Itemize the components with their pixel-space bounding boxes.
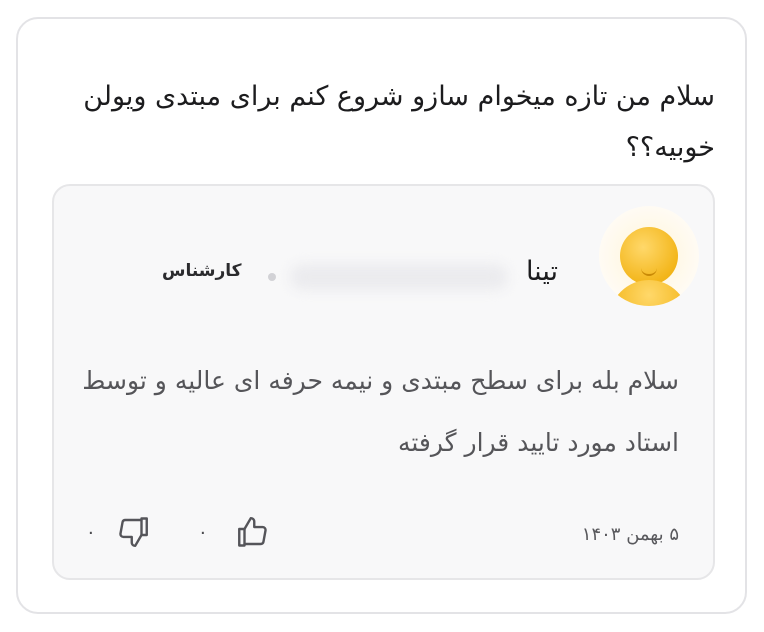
answer-date: ۵ بهمن ۱۴۰۳: [581, 524, 679, 545]
author-avatar: [599, 206, 699, 306]
dislike-count: ۰: [86, 521, 96, 543]
question-text: سلام من تازه میخوام سازو شروع کنم برای م…: [83, 81, 715, 163]
avatar-body: [609, 280, 689, 306]
like-count: ۰: [198, 521, 208, 543]
thumbs-down-icon[interactable]: [116, 514, 152, 550]
author-name-blurred: [290, 264, 508, 290]
answer-text: سلام بله برای سطح مبتدی و نیمه حرفه ای ع…: [82, 366, 679, 457]
separator-dot: [268, 273, 276, 281]
dislike-button[interactable]: ۰: [86, 514, 152, 550]
expert-badge: کارشناس: [162, 261, 242, 281]
like-button[interactable]: ۰: [198, 514, 270, 550]
avatar-head: [620, 227, 678, 285]
thumbs-up-icon[interactable]: [234, 514, 270, 550]
answer-card: تینا کارشناس سلام بله برای سطح مبتدی و ن…: [52, 184, 715, 580]
author-name: تینا: [525, 256, 558, 287]
question-card: سلام من تازه میخوام سازو شروع کنم برای م…: [16, 17, 747, 614]
